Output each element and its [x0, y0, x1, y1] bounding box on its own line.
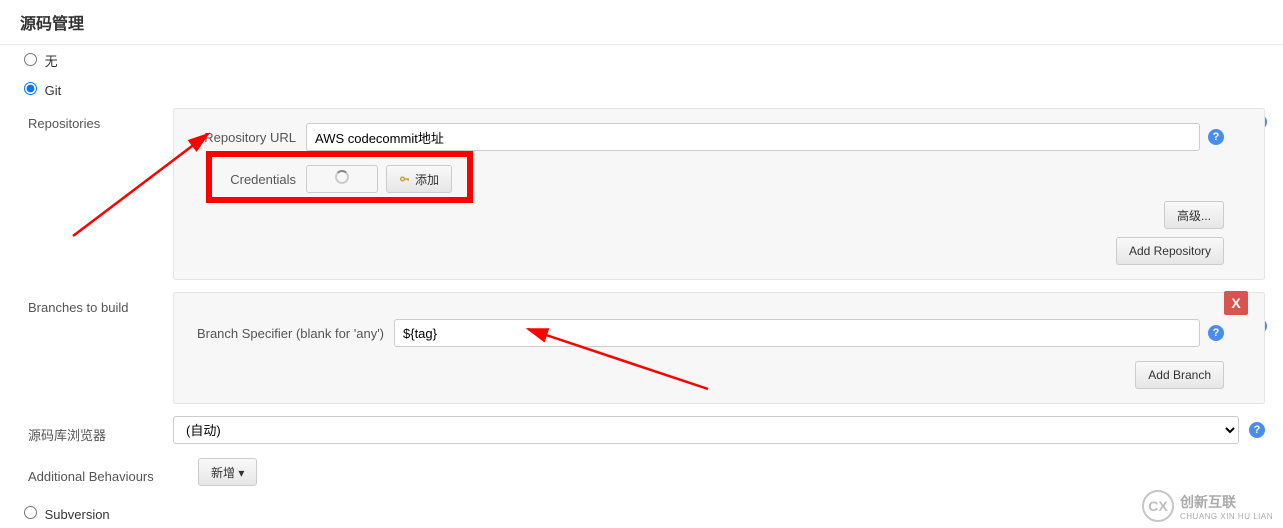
scm-none-label[interactable]: 无	[45, 54, 58, 69]
additional-behaviours-label: Additional Behaviours	[28, 461, 198, 484]
watermark: CX 创新互联 CHUANG XIN HU LIAN	[1142, 490, 1273, 522]
repo-browser-label: 源码库浏览器	[28, 417, 173, 444]
branch-specifier-input[interactable]	[394, 319, 1200, 347]
repo-browser-select[interactable]: (自动)	[173, 416, 1239, 444]
key-icon	[399, 174, 411, 184]
watermark-logo-icon: CX	[1142, 490, 1174, 522]
help-icon[interactable]: ?	[1249, 422, 1265, 438]
watermark-name-cn: 创新互联	[1180, 492, 1273, 512]
remove-branch-button[interactable]: X	[1224, 291, 1248, 315]
scm-none-option: 无	[0, 45, 1283, 76]
credentials-select[interactable]	[306, 165, 378, 193]
branches-label: Branches to build	[28, 292, 173, 315]
add-behaviour-button[interactable]: 新增 ▾	[198, 458, 257, 486]
section-title: 源码管理	[0, 0, 1283, 45]
add-credentials-label: 添加	[415, 171, 439, 188]
watermark-name-en: CHUANG XIN HU LIAN	[1180, 512, 1273, 521]
scm-subversion-radio[interactable]	[24, 506, 37, 519]
repositories-label: Repositories	[28, 108, 173, 131]
repositories-panel: Repository URL ? Credentials 添加 高级...	[173, 108, 1265, 280]
scm-git-radio[interactable]	[24, 82, 37, 95]
scm-subversion-label[interactable]: Subversion	[45, 507, 110, 522]
branches-panel: X Branch Specifier (blank for 'any') ? A…	[173, 292, 1265, 404]
scm-git-label[interactable]: Git	[45, 83, 62, 98]
branch-specifier-label: Branch Specifier (blank for 'any')	[196, 326, 394, 341]
scm-git-option: Git	[0, 76, 1283, 104]
scm-subversion-option: Subversion	[0, 500, 1283, 528]
repo-url-label: Repository URL	[196, 130, 306, 145]
repo-url-input[interactable]	[306, 123, 1200, 151]
add-repository-button[interactable]: Add Repository	[1116, 237, 1224, 265]
loading-spinner-icon	[335, 170, 349, 184]
credentials-label: Credentials	[196, 172, 306, 187]
add-credentials-button[interactable]: 添加	[386, 165, 452, 193]
scm-none-radio[interactable]	[24, 53, 37, 66]
advanced-button[interactable]: 高级...	[1164, 201, 1224, 229]
add-branch-button[interactable]: Add Branch	[1135, 361, 1224, 389]
help-icon[interactable]: ?	[1208, 129, 1224, 145]
help-icon[interactable]: ?	[1208, 325, 1224, 341]
